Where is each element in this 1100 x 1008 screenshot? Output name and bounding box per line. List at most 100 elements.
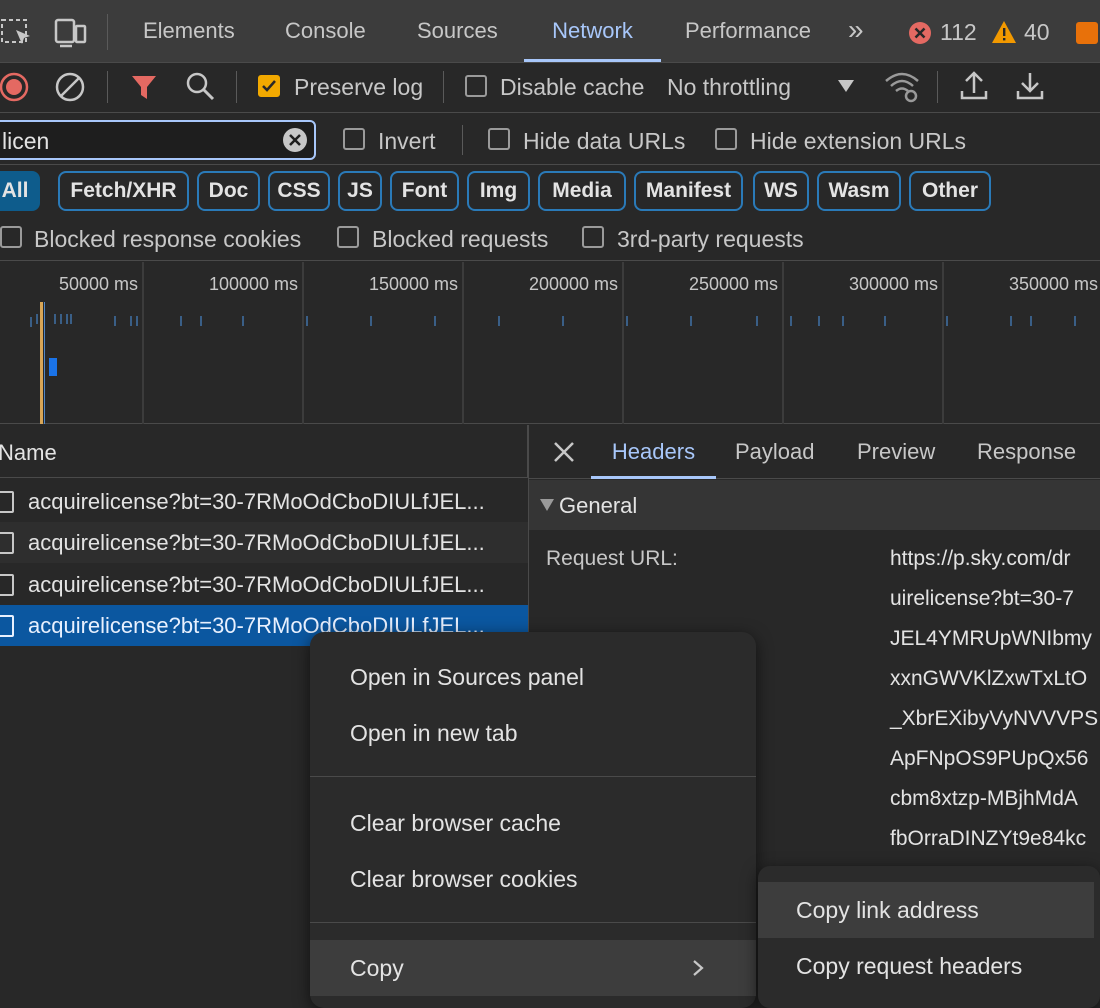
chevron-down-icon[interactable]: [837, 79, 855, 93]
menu-item-clear-browser-cache[interactable]: Clear browser cache: [310, 795, 756, 851]
timeline-tick: [434, 316, 436, 326]
device-toolbar-icon[interactable]: [52, 14, 88, 50]
tab-network[interactable]: Network: [524, 0, 661, 62]
clear-icon[interactable]: [54, 71, 86, 103]
network-conditions-icon[interactable]: [884, 69, 920, 103]
warning-icon[interactable]: [991, 20, 1017, 44]
type-filter-ws[interactable]: WS: [753, 171, 809, 211]
tab-preview[interactable]: Preview: [857, 425, 935, 479]
blocked-response-cookies-checkbox[interactable]: [0, 226, 22, 248]
network-toolbar: Preserve log Disable cache No throttling: [0, 63, 1100, 113]
menu-item-clear-browser-cookies[interactable]: Clear browser cookies: [310, 851, 756, 907]
filter-icon[interactable]: [130, 73, 158, 101]
type-filter-all[interactable]: All: [0, 171, 40, 211]
blocked-requests-label: Blocked requests: [372, 226, 549, 252]
clear-filter-icon[interactable]: [282, 127, 308, 153]
filter-input[interactable]: licen: [0, 120, 316, 160]
menu-item-open-in-new-tab[interactable]: Open in new tab: [310, 705, 756, 761]
request-row[interactable]: acquirelicense?bt=30-7RMoOdCboDIULfJEL..…: [0, 564, 528, 605]
timeline-tick: [114, 316, 116, 326]
tab-performance[interactable]: Performance: [685, 0, 811, 62]
tab-payload[interactable]: Payload: [735, 425, 815, 479]
menu-separator: [310, 776, 756, 777]
network-overview-timeline[interactable]: 50000 ms 100000 ms 150000 ms 200000 ms 2…: [0, 262, 1100, 424]
request-url-value: JEL4YMRUpWNIbmy: [890, 627, 1092, 650]
request-name: acquirelicense?bt=30-7RMoOdCboDIULfJEL..…: [28, 489, 485, 514]
timeline-tick: [690, 316, 692, 326]
type-filter-fetch-xhr[interactable]: Fetch/XHR: [58, 171, 189, 211]
request-url-value: fbOrraDINZYt9e84kc: [890, 827, 1087, 850]
stop-recording-icon[interactable]: [0, 71, 32, 103]
menu-item-copy[interactable]: Copy: [310, 940, 756, 996]
timeline-tick: [562, 316, 564, 326]
tab-elements[interactable]: Elements: [143, 0, 235, 62]
warning-count[interactable]: 40: [1024, 19, 1050, 46]
request-url-value: xxnGWVKlZxwTxLtO: [890, 667, 1088, 690]
blocked-requests-checkbox[interactable]: [337, 226, 359, 248]
timeline-tick: [756, 316, 758, 326]
timeline-gridline: [462, 262, 464, 424]
filter-row: licen Invert Hide data URLs Hide extensi…: [0, 113, 1100, 165]
disable-cache-checkbox[interactable]: [465, 75, 487, 97]
search-icon[interactable]: [185, 71, 215, 101]
timeline-tick: [30, 317, 32, 327]
document-icon: [0, 491, 14, 513]
timeline-tick: [1030, 316, 1032, 326]
tab-response[interactable]: Response: [977, 425, 1076, 479]
type-filter-font[interactable]: Font: [390, 171, 459, 211]
hide-data-urls-checkbox[interactable]: [488, 128, 510, 150]
type-filter-other[interactable]: Other: [909, 171, 991, 211]
hide-extension-urls-label: Hide extension URLs: [750, 128, 967, 154]
toolbar-divider: [236, 71, 237, 103]
type-filter-js[interactable]: JS: [338, 171, 382, 211]
request-row[interactable]: acquirelicense?bt=30-7RMoOdCboDIULfJEL..…: [0, 481, 528, 522]
document-icon: [0, 532, 14, 554]
tab-sources[interactable]: Sources: [417, 0, 498, 62]
timeline-tick: [60, 314, 62, 324]
hide-extension-urls-checkbox[interactable]: [715, 128, 737, 150]
tab-console[interactable]: Console: [285, 0, 366, 62]
type-filter-css[interactable]: CSS: [268, 171, 330, 211]
type-filter-media[interactable]: Media: [538, 171, 626, 211]
download-icon[interactable]: [1016, 69, 1044, 101]
hide-data-urls-label: Hide data URLs: [523, 128, 686, 154]
timeline-tick: [180, 316, 182, 326]
request-url-value: ApFNpOS9PUpQx56: [890, 747, 1089, 770]
triangle-down-icon: [540, 499, 554, 511]
general-section-header[interactable]: General: [529, 480, 1100, 530]
more-tabs-icon[interactable]: »: [848, 14, 864, 46]
timeline-tick: [200, 316, 202, 326]
type-filter-doc[interactable]: Doc: [197, 171, 260, 211]
filter-input-value[interactable]: licen: [2, 128, 49, 155]
menu-item-copy-request-headers[interactable]: Copy request headers: [758, 938, 1094, 994]
timeline-tick: [790, 316, 792, 326]
invert-checkbox[interactable]: [343, 128, 365, 150]
type-filter-manifest[interactable]: Manifest: [634, 171, 743, 211]
toolbar-divider: [107, 71, 108, 103]
request-url-value: _XbrEXibyVyNVVVPS: [890, 707, 1099, 730]
timeline-tick: [130, 316, 132, 326]
name-column-label: Name: [0, 440, 57, 465]
issues-icon[interactable]: [1076, 22, 1098, 44]
error-icon[interactable]: [908, 21, 932, 45]
request-row[interactable]: acquirelicense?bt=30-7RMoOdCboDIULfJEL..…: [0, 522, 528, 563]
third-party-requests-checkbox[interactable]: [582, 226, 604, 248]
throttling-select[interactable]: No throttling: [667, 74, 791, 101]
menu-item-copy-link-address[interactable]: Copy link address: [758, 882, 1094, 938]
preserve-log-checkbox[interactable]: [258, 75, 280, 97]
timeline-tick: [136, 316, 138, 326]
error-count[interactable]: 112: [940, 19, 977, 46]
blocked-response-cookies-label: Blocked response cookies: [34, 226, 302, 252]
resource-type-filters: All Fetch/XHR Doc CSS JS Font Img Media …: [0, 165, 1100, 215]
timeline-label: 150000 ms: [368, 274, 458, 294]
type-filter-img[interactable]: Img: [467, 171, 530, 211]
timeline-dom-line: [44, 302, 45, 424]
menu-item-open-in-sources[interactable]: Open in Sources panel: [310, 649, 756, 705]
checkmark-icon: [262, 80, 276, 92]
tab-headers[interactable]: Headers: [591, 425, 716, 479]
name-column-header[interactable]: Name: [0, 425, 528, 478]
close-icon[interactable]: [553, 441, 575, 463]
upload-icon[interactable]: [960, 69, 988, 101]
inspect-element-icon[interactable]: [0, 14, 36, 50]
type-filter-wasm[interactable]: Wasm: [817, 171, 901, 211]
